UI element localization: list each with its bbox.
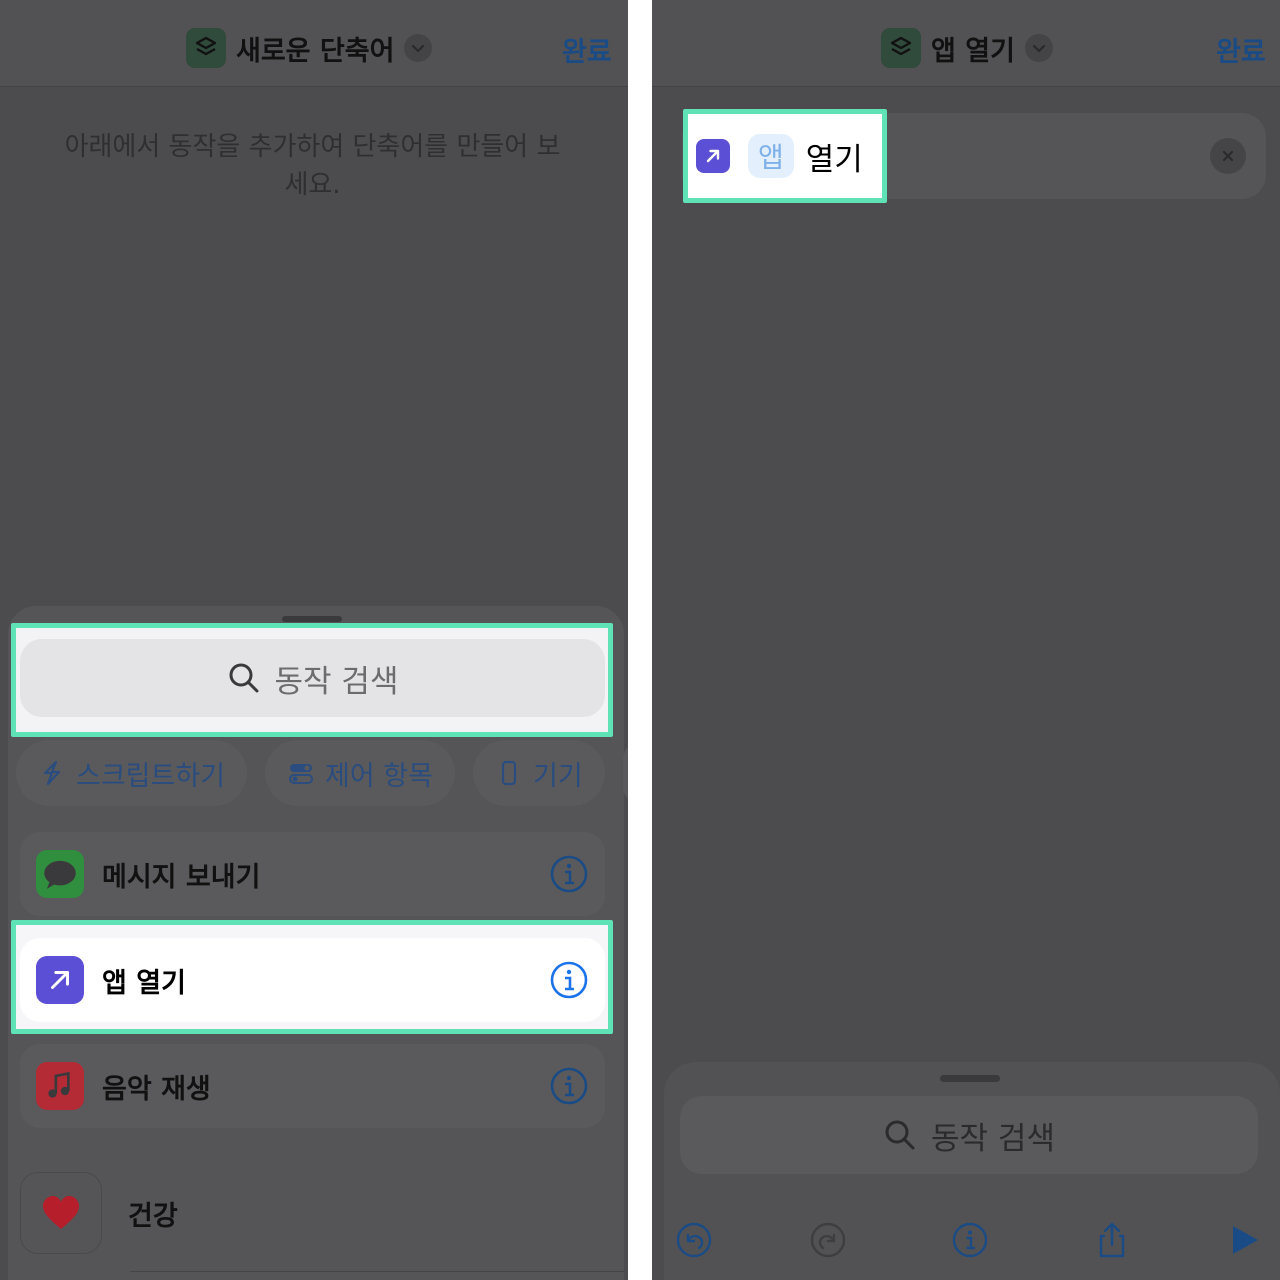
bottom-toolbar — [652, 1215, 1280, 1265]
action-label: 열기 — [805, 141, 863, 178]
info-icon[interactable] — [950, 1215, 990, 1265]
search-input[interactable]: 동작 검색 — [680, 1096, 1258, 1174]
category-label: 건강 — [128, 1200, 178, 1232]
chip-device[interactable]: 기기 — [473, 740, 605, 806]
chip-controls[interactable]: 제어 항목 — [265, 740, 455, 806]
sheet-grabber[interactable] — [282, 616, 342, 622]
chip-label: 스크립트하기 — [76, 760, 226, 792]
page-title: 새로운 단축어 — [236, 35, 395, 67]
action-row-open-app[interactable]: 앱 열기 — [20, 938, 605, 1022]
search-placeholder: 동작 검색 — [931, 1120, 1055, 1157]
action-label: 음악 재생 — [102, 1073, 211, 1105]
action-label: 앱 열기 — [102, 967, 186, 999]
chip-label: 기기 — [533, 760, 583, 792]
open-app-icon — [36, 956, 84, 1004]
nav-title-group[interactable]: 새로운 단축어 — [186, 27, 433, 69]
close-icon[interactable] — [1210, 138, 1246, 174]
nav-bar: 새로운 단축어 완료 — [0, 0, 628, 87]
play-icon[interactable] — [1224, 1215, 1264, 1265]
redo-icon[interactable] — [808, 1215, 848, 1265]
chip-more[interactable] — [622, 740, 628, 806]
toggle-icon — [289, 764, 314, 784]
action-row-music[interactable]: 음악 재생 — [20, 1044, 605, 1128]
shortcuts-icon — [881, 28, 921, 68]
search-placeholder: 동작 검색 — [274, 663, 399, 700]
action-label: 메시지 보내기 — [102, 861, 261, 893]
heart-icon — [20, 1172, 102, 1254]
done-button[interactable]: 완료 — [1216, 30, 1266, 69]
left-panel: 새로운 단축어 완료 아래에서 동작을 추가하여 단축어를 만들어 보세요. 동… — [0, 0, 628, 1280]
info-icon[interactable] — [549, 1066, 589, 1106]
chip-scripting[interactable]: 스크립트하기 — [16, 740, 248, 806]
category-health[interactable]: 건강 — [20, 1168, 605, 1258]
shortcuts-icon — [186, 28, 226, 68]
empty-hint: 아래에서 동작을 추가하여 단축어를 만들어 보세요. — [64, 132, 561, 200]
info-icon[interactable] — [549, 854, 589, 894]
search-input[interactable]: 동작 검색 — [20, 639, 605, 717]
category-chips: 스크립트하기 제어 항목 기기 — [16, 740, 628, 808]
sheet-grabber[interactable] — [940, 1075, 1000, 1082]
info-icon[interactable] — [549, 960, 589, 1000]
share-icon[interactable] — [1092, 1215, 1132, 1265]
action-row-messages[interactable]: 메시지 보내기 — [20, 832, 605, 916]
divider — [130, 1271, 625, 1272]
search-icon — [229, 663, 259, 693]
done-button[interactable]: 완료 — [562, 30, 612, 69]
phone-icon — [501, 760, 517, 786]
open-app-action[interactable]: 앱 열기 — [683, 109, 887, 203]
chip-label: 제어 항목 — [325, 760, 433, 792]
messages-icon — [36, 850, 84, 898]
app-parameter-token[interactable]: 앱 — [748, 134, 794, 178]
undo-icon[interactable] — [674, 1215, 714, 1265]
music-icon — [36, 1062, 84, 1110]
nav-title-group[interactable]: 앱 열기 — [881, 27, 1053, 69]
page-title: 앱 열기 — [931, 35, 1015, 67]
nav-bar: 앱 열기 완료 — [652, 0, 1280, 87]
open-app-icon — [696, 139, 730, 173]
right-panel: 앱 열기 완료 앱 열기 동작 검색 — [652, 0, 1280, 1280]
scripting-icon — [43, 760, 61, 786]
chevron-down-icon[interactable] — [1024, 34, 1053, 62]
search-icon — [885, 1120, 915, 1150]
chevron-down-icon[interactable] — [404, 34, 433, 62]
